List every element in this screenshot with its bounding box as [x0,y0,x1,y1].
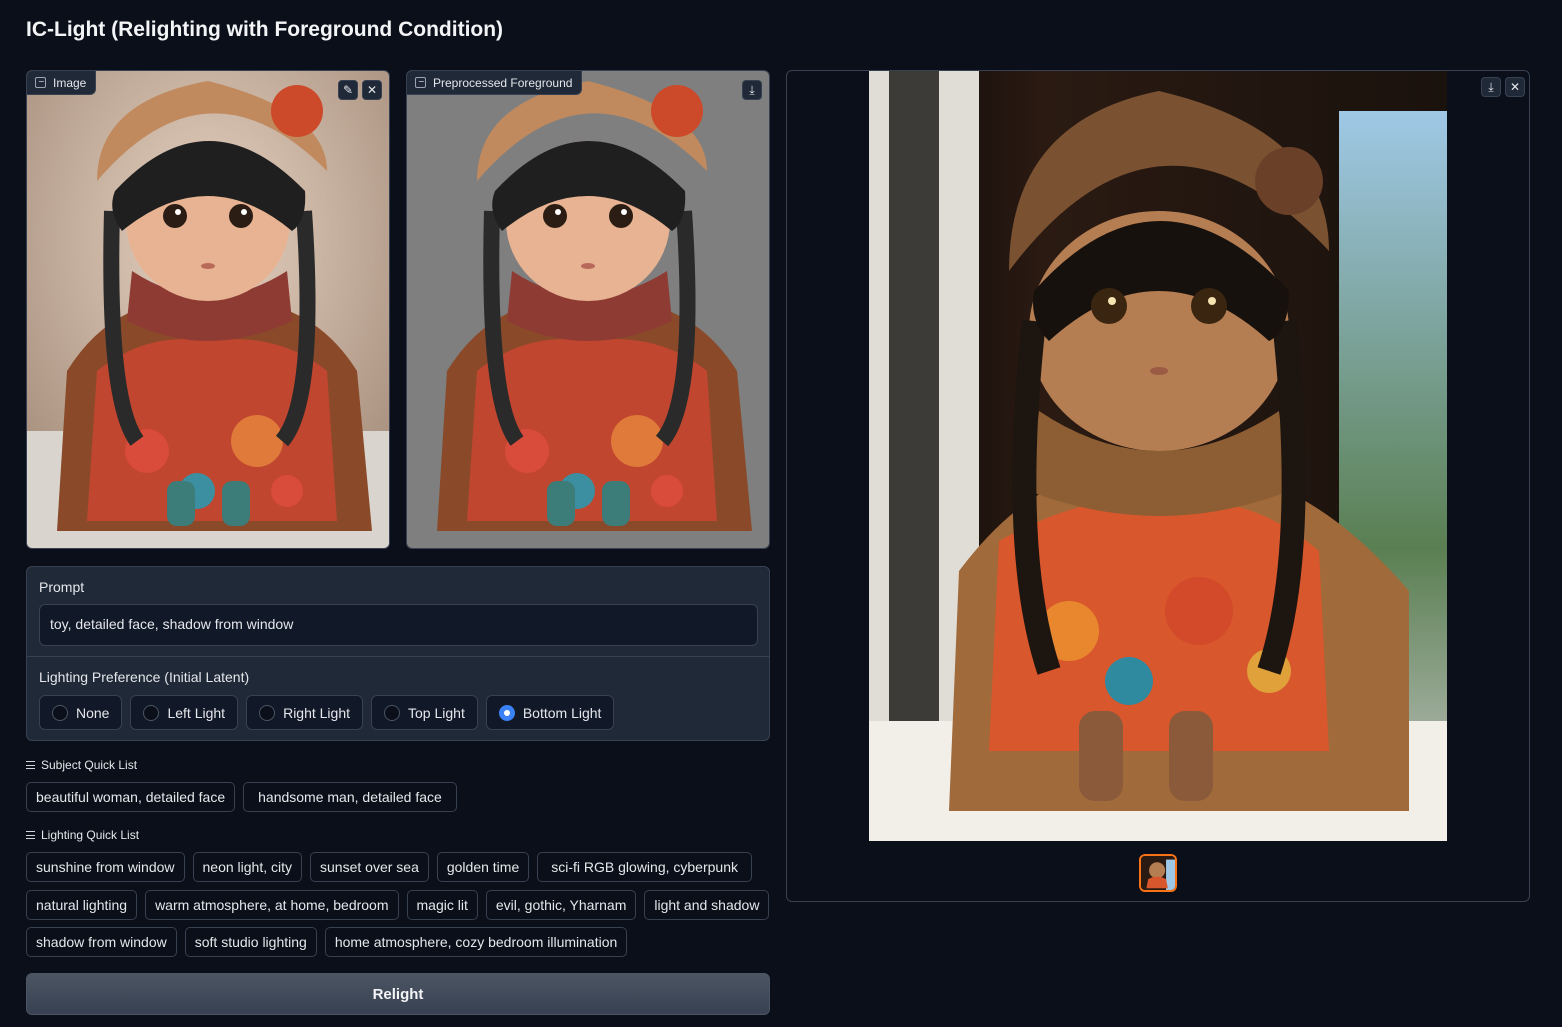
radio-label: Left Light [167,704,226,721]
radio-dot [384,704,401,721]
input-image-label: Image [27,71,97,95]
lighting-chip[interactable]: light and shadow [644,890,770,920]
radio-left-light[interactable]: Left Light [130,695,239,730]
subject-chip[interactable]: handsome man, detailed face [243,782,457,812]
lighting-chip[interactable]: shadow from window [26,927,177,957]
lighting-quick-row-3: shadow from window soft studio lighting … [26,927,628,957]
radio-none[interactable]: None [39,695,123,730]
pencil-icon[interactable]: ✎ [338,80,358,100]
radio-top-light[interactable]: Top Light [371,695,478,730]
radio-dot [52,704,68,721]
lighting-radio-group: None Left Light Right Light Top Light Bo… [39,695,615,730]
radio-right-light[interactable]: Right Light [246,695,364,730]
image-icon [415,77,426,88]
list-icon [26,761,35,769]
lighting-chip[interactable]: neon light, city [192,852,303,882]
radio-bottom-light[interactable]: Bottom Light [485,695,615,730]
subject-chip[interactable]: beautiful woman, detailed face [26,782,236,812]
prompt-input[interactable]: toy, detailed face, shadow from window [39,604,758,646]
lighting-quick-row-2: natural lighting warm atmosphere, at hom… [26,890,770,920]
prompt-label: Prompt [39,579,85,595]
lighting-chip[interactable]: sunshine from window [26,852,185,882]
lighting-chip[interactable]: magic lit [406,890,478,920]
close-icon[interactable]: ✕ [1505,77,1525,97]
lighting-chip[interactable]: sunset over sea [310,852,429,882]
output-relit-image [869,71,1447,841]
page-title: IC-Light (Relighting with Foreground Con… [26,18,504,41]
prompt-form: Prompt toy, detailed face, shadow from w… [26,566,770,741]
lighting-chip[interactable]: evil, gothic, Yharnam [485,890,637,920]
input-image-panel[interactable]: Image ✎ ✕ [26,70,390,549]
radio-dot [143,704,160,721]
download-icon[interactable]: ⤓ [1481,77,1501,97]
relight-button[interactable]: Relight [26,973,770,1015]
radio-dot-selected [498,704,515,721]
output-gallery: ⤓ ✕ [786,70,1530,902]
form-divider [27,656,769,657]
lighting-chip[interactable]: home atmosphere, cozy bedroom illuminati… [324,927,628,957]
subject-quick-list-title: Subject Quick List [26,758,137,772]
radio-label: Bottom Light [522,704,602,721]
lighting-chip[interactable]: soft studio lighting [184,927,317,957]
preprocessed-panel: Preprocessed Foreground ⤓ [406,70,770,549]
input-image-label-text: Image [53,75,87,90]
close-icon[interactable]: ✕ [362,80,382,100]
preprocessed-doll-image [407,71,769,548]
radio-label: Top Light [408,704,465,721]
preprocessed-label: Preprocessed Foreground [407,71,583,95]
list-icon [26,831,35,839]
subject-quick-list-label: Subject Quick List [41,758,138,772]
preprocessed-label-text: Preprocessed Foreground [433,75,573,90]
radio-dot [259,704,276,721]
lighting-chip[interactable]: golden time [436,852,530,882]
lighting-preference-label: Lighting Preference (Initial Latent) [39,669,250,685]
input-doll-image [27,71,389,548]
lighting-chip[interactable]: warm atmosphere, at home, bedroom [145,890,399,920]
lighting-quick-list-label: Lighting Quick List [41,828,140,842]
image-icon [35,77,46,88]
gallery-thumbnail[interactable] [1139,854,1177,892]
lighting-quick-row-1: sunshine from window neon light, city su… [26,852,752,882]
lighting-chip[interactable]: natural lighting [26,890,138,920]
radio-label: Right Light [283,704,351,721]
lighting-chip[interactable]: sci-fi RGB glowing, cyberpunk [537,852,752,882]
radio-label: None [76,704,110,721]
download-icon[interactable]: ⤓ [742,80,762,100]
lighting-quick-list-title: Lighting Quick List [26,828,139,842]
subject-quick-list: beautiful woman, detailed face handsome … [26,782,457,812]
